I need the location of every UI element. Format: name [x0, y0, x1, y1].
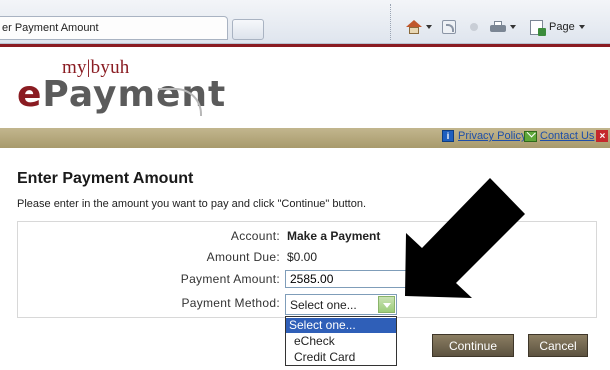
arrow-shape	[405, 178, 525, 298]
annotation-arrow	[405, 178, 525, 298]
